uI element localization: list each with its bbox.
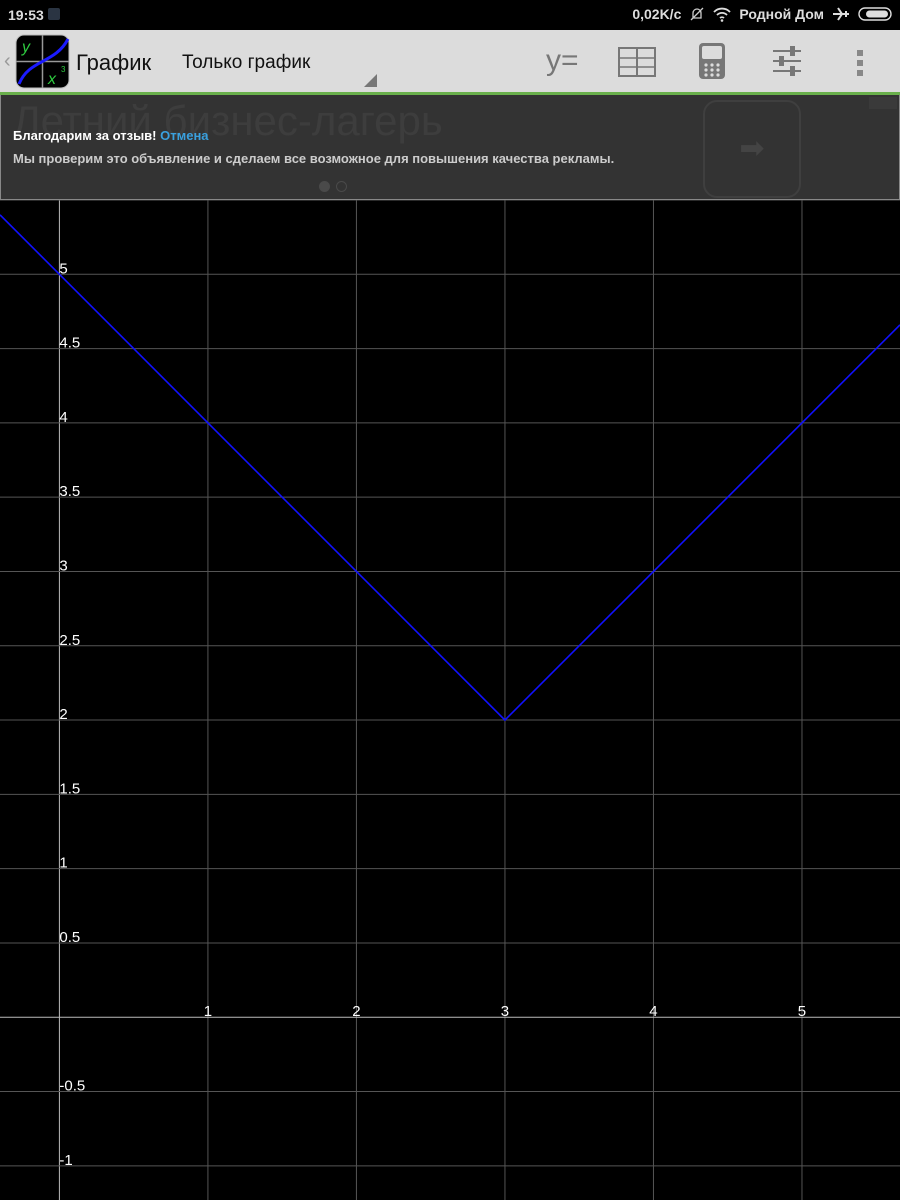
y-tick-label: 3 [59,557,67,574]
x-tick-label: 3 [501,1003,509,1020]
ad-pager [319,181,347,192]
net-speed: 0,02K/с [632,6,682,22]
y-tick-label: 4.5 [59,335,80,352]
pager-dot [319,181,330,192]
bell-muted-icon [690,7,704,21]
overflow-menu-icon[interactable] [856,50,864,76]
app-title: График [76,50,152,75]
ad-banner: Летний бизнес-лагерь ➡ Благодарим за отз… [0,95,900,200]
function-curve [0,214,900,722]
network-name: Родной Дом [739,6,824,22]
app-logo-icon[interactable]: y x 3 [15,34,70,89]
y-tick-label: -0.5 [59,1078,85,1095]
x-tick-label: 2 [352,1003,360,1020]
y-equals-button[interactable]: y= [546,44,579,78]
y-tick-label: 1 [59,855,67,872]
y-tick-label: 1.5 [59,780,80,797]
svg-text:x: x [47,71,57,88]
y-tick-label: -1 [59,1152,72,1169]
x-tick-label: 4 [649,1003,657,1020]
status-bar: 19:53 0,02K/с Родной Дом [0,0,900,30]
y-tick-label: 2 [59,706,67,723]
svg-text:y: y [21,39,31,56]
ad-choices-icon[interactable] [869,97,897,109]
ad-message: Мы проверим это объявление и сделаем все… [13,151,615,166]
svg-text:3: 3 [61,65,66,74]
mode-select[interactable]: Только график [182,52,310,74]
y-tick-label: 2.5 [59,632,80,649]
clock: 19:53 [8,7,44,23]
wifi-icon [713,7,732,22]
graph-canvas[interactable]: 1 2 3 4 5-1-0.50.511.522.533.544.55 [0,200,900,1200]
cancel-link[interactable]: Отмена [160,128,208,143]
table-icon[interactable] [618,47,656,77]
y-tick-label: 3.5 [59,483,80,500]
y-tick-label: 4 [59,409,67,426]
ad-thanks: Благодарим за отзыв! Отмена [13,128,209,143]
dropdown-triangle-icon[interactable] [364,74,377,87]
arrow-right-icon: ➡ [703,100,801,198]
x-tick-label: 1 [204,1003,212,1020]
back-chevron-icon[interactable]: ‹ [4,50,11,73]
pager-dot [336,181,347,192]
airplane-icon [833,7,849,21]
x-tick-label: 5 [798,1003,806,1020]
calculator-icon[interactable] [698,42,726,80]
thanks-text: Благодарим за отзыв! [13,128,157,143]
settings-sliders-icon[interactable] [772,46,802,76]
notification-icon [48,8,60,20]
toolbar: ‹ y x 3 График Только график y= [0,30,900,95]
y-tick-label: 0.5 [59,929,80,946]
battery-icon [858,7,892,21]
